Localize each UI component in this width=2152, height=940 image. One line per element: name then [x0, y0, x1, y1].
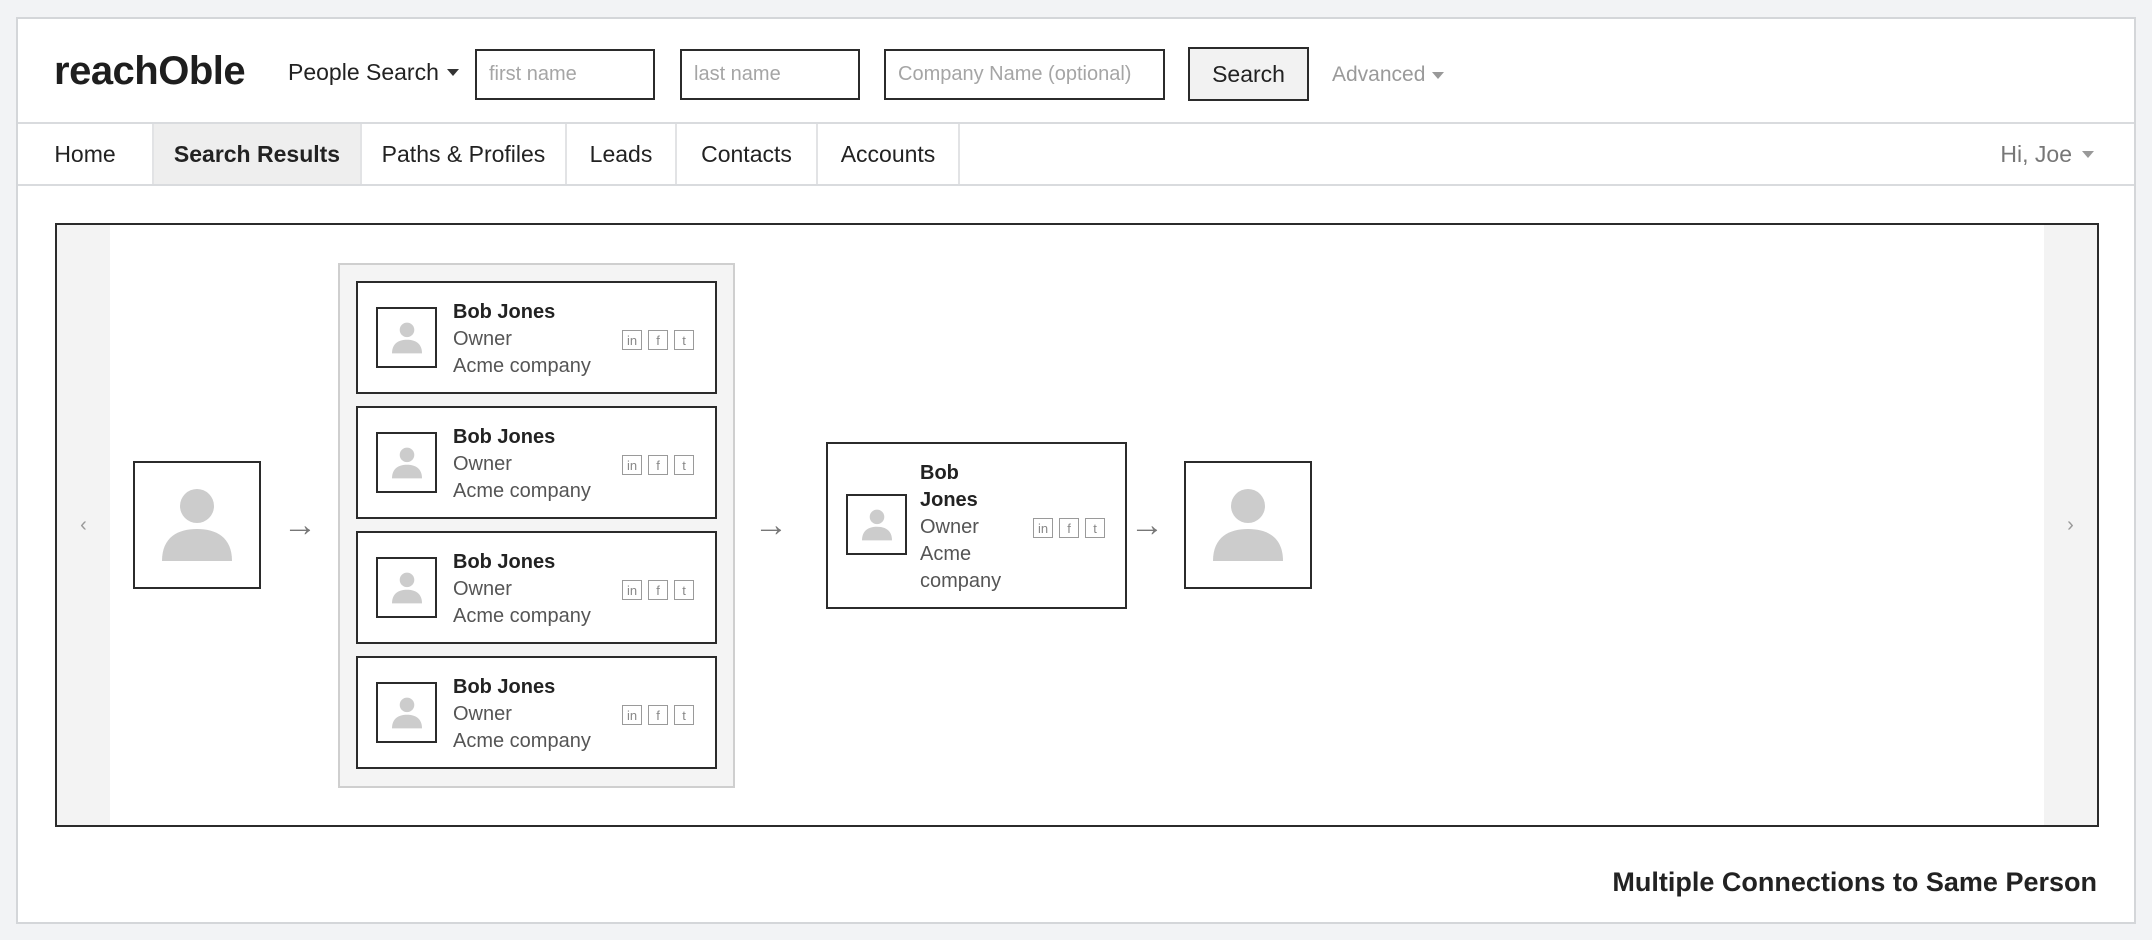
connection-name[interactable]: Bob Jones	[453, 299, 591, 326]
connection-name[interactable]: Bob Jones	[453, 549, 591, 576]
connection-company: Acme company	[453, 355, 591, 377]
middle-person-name[interactable]: Bob Jones	[920, 460, 1016, 514]
twitter-icon[interactable]: t	[1085, 518, 1105, 538]
linkedin-icon[interactable]: in	[622, 455, 642, 475]
facebook-icon[interactable]: f	[648, 705, 668, 725]
middle-person-avatar	[846, 494, 907, 555]
connections-group: Bob Jones Owner Acme company in f t Bob …	[338, 263, 735, 788]
user-greeting: Hi, Joe	[2000, 140, 2072, 167]
person-avatar-icon	[391, 572, 422, 603]
facebook-icon[interactable]: f	[648, 580, 668, 600]
linkedin-icon[interactable]: in	[1033, 518, 1053, 538]
arrow-right-icon: →	[283, 506, 317, 544]
connection-company: Acme company	[453, 730, 591, 752]
main-nav: Home Search Results Paths & Profiles Lea…	[18, 122, 2134, 186]
arrow-right-icon: →	[754, 506, 788, 544]
facebook-icon[interactable]: f	[648, 330, 668, 350]
advanced-dropdown[interactable]: Advanced	[1332, 63, 1445, 87]
figure-caption: Multiple Connections to Same Person	[1612, 867, 2097, 897]
linkedin-icon[interactable]: in	[622, 705, 642, 725]
person-avatar-icon	[391, 697, 422, 728]
company-name-input[interactable]	[884, 49, 1165, 100]
connection-avatar	[376, 682, 437, 743]
last-name-input[interactable]	[680, 49, 860, 100]
person-avatar-icon	[861, 509, 892, 540]
twitter-icon[interactable]: t	[674, 455, 694, 475]
twitter-icon[interactable]: t	[674, 705, 694, 725]
connection-name[interactable]: Bob Jones	[453, 424, 591, 451]
connection-card[interactable]: Bob Jones Owner Acme company in f t	[356, 531, 717, 644]
connection-title: Owner	[453, 703, 512, 725]
tab-paths-profiles[interactable]: Paths & Profiles	[362, 124, 567, 184]
connection-avatar	[376, 432, 437, 493]
tab-home[interactable]: Home	[18, 124, 154, 184]
advanced-label: Advanced	[1332, 63, 1426, 86]
carousel-next-button[interactable]: ›	[2044, 225, 2097, 825]
caret-down-icon	[2082, 150, 2094, 158]
social-links: in f t	[622, 330, 694, 350]
facebook-icon[interactable]: f	[648, 455, 668, 475]
source-person-avatar[interactable]	[133, 461, 261, 589]
middle-person-card[interactable]: Bob Jones Owner Acme company in f t	[826, 442, 1127, 609]
app-frame: reachOble People Search Search Advanced …	[16, 17, 2136, 924]
chevron-left-icon: ‹	[80, 513, 87, 536]
connection-title: Owner	[453, 453, 512, 475]
connection-title: Owner	[453, 578, 512, 600]
social-links: in f t	[1033, 518, 1105, 538]
person-avatar-icon	[162, 489, 232, 561]
caret-down-icon	[446, 69, 459, 76]
connection-avatar	[376, 307, 437, 368]
person-avatar-icon	[391, 322, 422, 353]
connection-avatar	[376, 557, 437, 618]
tab-leads[interactable]: Leads	[567, 124, 677, 184]
connection-title: Owner	[453, 328, 512, 350]
connection-card[interactable]: Bob Jones Owner Acme company in f t	[356, 656, 717, 769]
first-name-input[interactable]	[475, 49, 655, 100]
search-button[interactable]: Search	[1188, 47, 1309, 101]
social-links: in f t	[622, 455, 694, 475]
search-type-label: People Search	[288, 59, 439, 85]
chevron-right-icon: ›	[2067, 513, 2074, 536]
twitter-icon[interactable]: t	[674, 330, 694, 350]
logo[interactable]: reachOble	[54, 49, 246, 94]
person-avatar-icon	[1213, 489, 1283, 561]
carousel-prev-button[interactable]: ‹	[57, 225, 110, 825]
tab-contacts[interactable]: Contacts	[677, 124, 818, 184]
target-person-avatar[interactable]	[1184, 461, 1312, 589]
caret-down-icon	[1432, 71, 1445, 79]
connection-card[interactable]: Bob Jones Owner Acme company in f t	[356, 406, 717, 519]
twitter-icon[interactable]: t	[674, 580, 694, 600]
person-avatar-icon	[391, 447, 422, 478]
connection-company: Acme company	[453, 605, 591, 627]
middle-person-title: Owner	[920, 516, 979, 538]
arrow-right-icon: →	[1130, 506, 1164, 544]
tab-accounts[interactable]: Accounts	[818, 124, 960, 184]
connection-path-carousel: ‹ › → Bob Jones Owner Acme company in f …	[55, 223, 2099, 827]
user-menu[interactable]: Hi, Joe	[2000, 124, 2094, 184]
linkedin-icon[interactable]: in	[622, 330, 642, 350]
connection-company: Acme company	[453, 480, 591, 502]
social-links: in f t	[622, 580, 694, 600]
middle-person-company: Acme company	[920, 543, 1002, 592]
facebook-icon[interactable]: f	[1059, 518, 1079, 538]
connection-card[interactable]: Bob Jones Owner Acme company in f t	[356, 281, 717, 394]
tab-search-results[interactable]: Search Results	[154, 124, 362, 184]
search-type-dropdown[interactable]: People Search	[288, 59, 459, 86]
connection-name[interactable]: Bob Jones	[453, 674, 591, 701]
social-links: in f t	[622, 705, 694, 725]
header: reachOble People Search Search Advanced	[18, 19, 2134, 123]
linkedin-icon[interactable]: in	[622, 580, 642, 600]
